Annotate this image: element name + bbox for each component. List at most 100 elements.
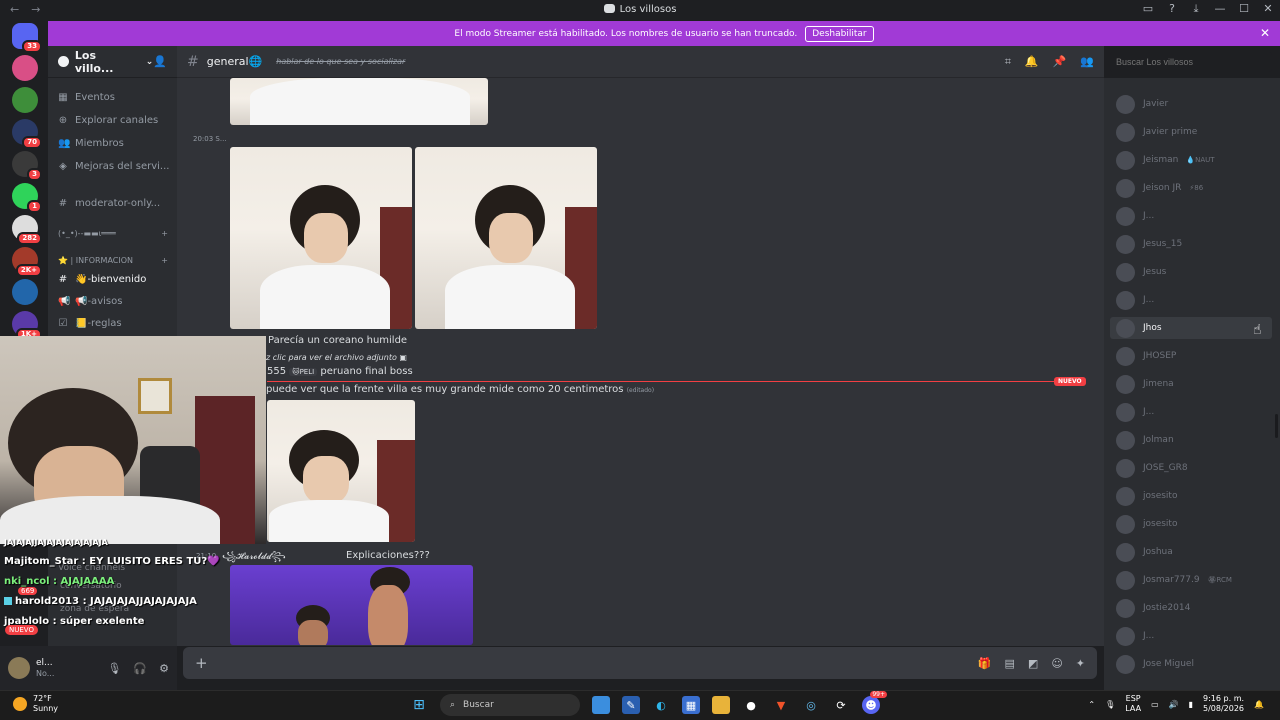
member-item[interactable]: Jeisman 💧NAUT bbox=[1116, 149, 1266, 171]
member-item[interactable]: J... bbox=[1116, 289, 1266, 311]
add-channel-icon[interactable]: + bbox=[161, 256, 168, 265]
inbox-icon[interactable]: ▭ bbox=[1142, 2, 1154, 16]
server-icon[interactable]: 2K+ bbox=[12, 247, 42, 277]
edge-browser-icon[interactable]: ◐ bbox=[652, 696, 670, 714]
pin-icon[interactable]: 📌 bbox=[1053, 55, 1067, 69]
member-item[interactable]: Josmar777.9 🏵RCM bbox=[1116, 569, 1266, 591]
help-icon[interactable]: ? bbox=[1166, 2, 1178, 16]
member-item[interactable]: Joshua bbox=[1116, 541, 1266, 563]
sidebar-item[interactable]: ▦ Eventos bbox=[58, 92, 170, 103]
apps-icon[interactable]: ✦ bbox=[1076, 657, 1085, 670]
channel-category[interactable]: ⭐ | INFORMACION + bbox=[58, 256, 168, 265]
member-item[interactable]: J... bbox=[1116, 401, 1266, 423]
sticker-icon[interactable]: ◩ bbox=[1028, 657, 1038, 670]
app-icon[interactable]: ✎ bbox=[622, 696, 640, 714]
close-icon[interactable]: ✕ bbox=[1260, 26, 1270, 40]
server-icon[interactable]: 1K+ bbox=[12, 311, 42, 341]
member-item[interactable]: Jimena bbox=[1116, 373, 1266, 395]
member-item[interactable]: Jhos bbox=[1110, 317, 1272, 339]
chevron-up-icon[interactable]: ⌃ bbox=[1088, 700, 1095, 709]
server-icon[interactable]: 3 bbox=[12, 151, 42, 181]
server-icon[interactable] bbox=[12, 279, 38, 305]
member-item[interactable]: Jostie2014 bbox=[1116, 597, 1266, 619]
member-item[interactable]: J... bbox=[1116, 625, 1266, 647]
member-list-scrollbar[interactable] bbox=[1275, 414, 1278, 438]
sidebar-item[interactable]: 📢 📢-avisos bbox=[58, 296, 170, 307]
bell-icon[interactable]: 🔔 bbox=[1025, 55, 1039, 69]
minimize-button[interactable]: — bbox=[1214, 2, 1226, 16]
member-item[interactable]: J... bbox=[1116, 205, 1266, 227]
sidebar-item[interactable]: ◈ Mejoras del servi... bbox=[58, 161, 170, 172]
member-item[interactable]: josesito bbox=[1116, 485, 1266, 507]
server-icon[interactable]: 282 bbox=[12, 215, 42, 245]
threads-icon[interactable]: ⌗ bbox=[1005, 55, 1011, 69]
taskbar-search[interactable]: ⌕ Buscar bbox=[440, 694, 580, 716]
gift-icon[interactable]: 🎁 bbox=[978, 657, 992, 670]
mute-mic-icon[interactable]: 🎙 bbox=[107, 662, 121, 675]
windows-start-icon[interactable]: ⊞ bbox=[410, 696, 428, 714]
attach-plus-icon[interactable]: + bbox=[195, 654, 208, 672]
language-indicator[interactable]: ESP LAA bbox=[1125, 694, 1141, 714]
channel-category[interactable]: (•_•)--▬▬ι═══ + bbox=[58, 229, 168, 238]
notifications-icon[interactable]: 🔔 bbox=[1254, 700, 1264, 709]
attachment-image[interactable] bbox=[267, 400, 415, 542]
volume-icon[interactable]: 🔊 bbox=[1169, 700, 1179, 709]
sidebar-item[interactable]: # moderator-only... bbox=[58, 198, 170, 209]
member-item[interactable]: Jesus bbox=[1116, 261, 1266, 283]
maximize-button[interactable]: ☐ bbox=[1238, 2, 1250, 16]
sidebar-item-label: Eventos bbox=[75, 92, 115, 103]
attachment-image[interactable] bbox=[230, 565, 473, 645]
search-input[interactable] bbox=[1110, 52, 1272, 72]
disable-streamer-button[interactable]: Deshabilitar bbox=[805, 25, 874, 42]
store-icon[interactable]: ▦ bbox=[682, 696, 700, 714]
app-icon[interactable]: ⟳ bbox=[832, 696, 850, 714]
network-icon[interactable]: ▭ bbox=[1151, 700, 1159, 709]
server-header[interactable]: Los villo... ⌄ 👤 bbox=[48, 46, 177, 78]
member-item[interactable]: JOSE_GR8 bbox=[1116, 457, 1266, 479]
settings-gear-icon[interactable]: ⚙ bbox=[159, 662, 169, 675]
server-icon[interactable]: 1 bbox=[12, 183, 42, 213]
emoji-icon[interactable]: ☺ bbox=[1051, 657, 1062, 670]
attachment-image[interactable] bbox=[415, 147, 597, 329]
sidebar-item[interactable]: 👥 Miembros bbox=[58, 138, 170, 149]
sidebar-item[interactable]: ☑ 📒-reglas bbox=[58, 318, 170, 329]
add-channel-icon[interactable]: + bbox=[161, 229, 168, 238]
new-messages-tag: NUEVO bbox=[1054, 377, 1086, 386]
attachment-image[interactable] bbox=[230, 147, 412, 329]
member-item[interactable]: Javier prime bbox=[1116, 121, 1266, 143]
member-item[interactable]: Jolman bbox=[1116, 429, 1266, 451]
avatar[interactable] bbox=[8, 657, 30, 679]
obs-icon[interactable]: ● bbox=[742, 696, 760, 714]
sidebar-item[interactable]: ⊕ Explorar canales bbox=[58, 115, 170, 126]
attachment-image[interactable] bbox=[230, 78, 488, 125]
member-item[interactable]: josesito bbox=[1116, 513, 1266, 535]
download-icon[interactable]: ⤓ bbox=[1190, 2, 1202, 16]
message-attachment-link[interactable]: z clic para ver el archivo adjunto ▣ bbox=[266, 353, 407, 362]
file-explorer-icon[interactable] bbox=[712, 696, 730, 714]
member-item[interactable]: JHOSEP bbox=[1116, 345, 1266, 367]
microphone-icon[interactable]: 🎙 bbox=[1105, 700, 1115, 709]
member-item[interactable]: Jose Miguel bbox=[1116, 653, 1266, 675]
gif-icon[interactable]: ▤ bbox=[1005, 657, 1015, 670]
member-list-icon[interactable]: 👥 bbox=[1080, 55, 1094, 69]
server-icon[interactable] bbox=[12, 55, 38, 81]
server-icon[interactable] bbox=[12, 87, 38, 113]
close-window-button[interactable]: ✕ bbox=[1262, 2, 1274, 16]
member-name: Javier bbox=[1143, 99, 1169, 109]
server-icon[interactable]: 70 bbox=[12, 119, 42, 149]
battery-icon[interactable]: ▮ bbox=[1189, 700, 1193, 709]
member-item[interactable]: Jeison JR ⚡86 bbox=[1116, 177, 1266, 199]
brave-browser-icon[interactable]: ▼ bbox=[772, 696, 790, 714]
headphones-icon[interactable]: 🎧 bbox=[133, 662, 147, 675]
member-item[interactable]: Jesus_15 bbox=[1116, 233, 1266, 255]
invite-people-icon[interactable]: 👤 bbox=[153, 55, 167, 68]
sidebar-item[interactable]: # 👋-bienvenido bbox=[58, 274, 170, 285]
server-icon[interactable]: 33 bbox=[12, 23, 42, 53]
task-view-icon[interactable] bbox=[592, 696, 610, 714]
steam-icon[interactable]: ◎ bbox=[802, 696, 820, 714]
weather-widget[interactable]: 72°F Sunny bbox=[13, 694, 58, 714]
discord-taskbar-icon[interactable]: ☻ 99+ bbox=[862, 691, 887, 714]
clock[interactable]: 9:16 p. m. 5/08/2026 bbox=[1203, 694, 1244, 714]
member-item[interactable]: Javier bbox=[1116, 93, 1266, 115]
message-input[interactable] bbox=[225, 657, 826, 669]
